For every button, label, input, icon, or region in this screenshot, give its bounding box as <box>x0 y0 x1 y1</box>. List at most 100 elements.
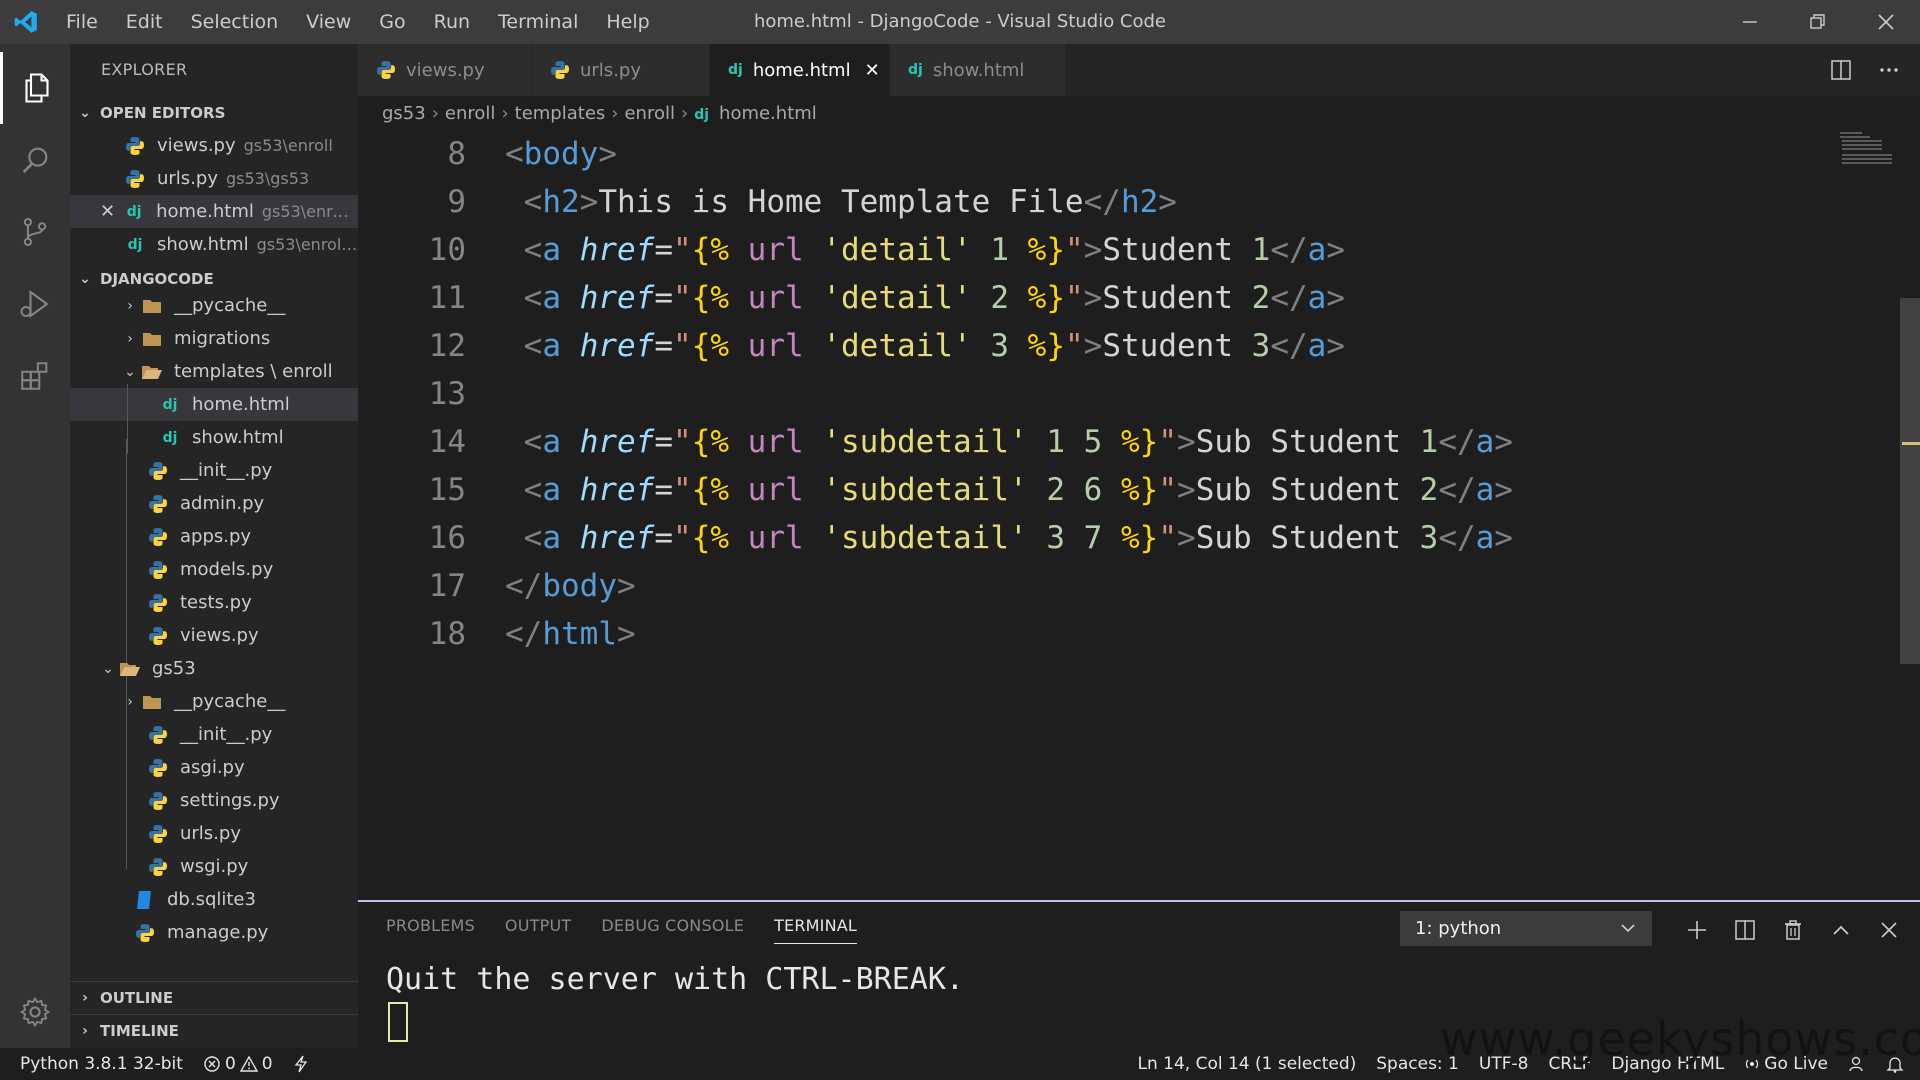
breadcrumb-item[interactable]: enroll <box>445 103 496 124</box>
close-panel-icon[interactable] <box>1878 919 1900 941</box>
chevron-right-icon: › <box>82 990 88 1006</box>
source-control-activity-button[interactable] <box>0 196 70 268</box>
menu-selection[interactable]: Selection <box>177 0 293 44</box>
open-editor-item[interactable]: views.py gs53\enroll <box>70 129 358 162</box>
explorer-title: EXPLORER <box>101 60 188 79</box>
python-file-icon <box>123 134 147 158</box>
tree-folder-open[interactable]: ⌄ templates \ enroll <box>70 355 358 388</box>
terminal-select[interactable]: 1: python <box>1400 911 1652 946</box>
minimap[interactable] <box>1840 130 1900 170</box>
open-editor-name: show.html <box>157 234 249 255</box>
code-line[interactable]: </body> <box>505 562 636 610</box>
more-actions-icon[interactable] <box>1878 59 1900 81</box>
tree-folder[interactable]: › __pycache__ <box>70 685 358 718</box>
tab-output[interactable]: OUTPUT <box>505 916 571 944</box>
tree-file[interactable]: views.py <box>70 619 358 652</box>
menu-run[interactable]: Run <box>420 0 484 44</box>
timeline-header[interactable]: › TIMELINE <box>70 1014 358 1047</box>
line-number: 8 <box>447 136 466 172</box>
extensions-activity-button[interactable] <box>0 340 70 412</box>
code-line[interactable]: <a href="{% url 'detail' 3 %}">Student 3… <box>505 322 1345 370</box>
python-file-icon <box>376 60 396 80</box>
tab-urls-py[interactable]: urls.py <box>532 44 710 96</box>
vscode-logo-icon <box>0 0 52 44</box>
python-file-icon <box>123 167 147 191</box>
tree-file[interactable]: admin.py <box>70 487 358 520</box>
maximize-panel-icon[interactable] <box>1830 919 1852 941</box>
tree-file[interactable]: manage.py <box>70 916 358 949</box>
close-tab-icon[interactable]: ✕ <box>865 60 880 81</box>
code-editor[interactable]: 8 9 10 11 12 13 14 15 16 17 18 <body> <h2>This is … <box>358 130 1920 900</box>
open-editors-header[interactable]: ⌄ OPEN EDITORS <box>70 96 358 129</box>
tab-views-py[interactable]: views.py <box>358 44 532 96</box>
minimize-button[interactable] <box>1716 0 1784 44</box>
menu-view[interactable]: View <box>292 0 365 44</box>
open-editor-item[interactable]: urls.py gs53\gs53 <box>70 162 358 195</box>
open-editor-item-active[interactable]: ✕ dj home.html gs53\enrol... <box>70 195 358 228</box>
tree-file[interactable]: db.sqlite3 <box>70 883 358 916</box>
chevron-right-icon: › <box>127 693 133 710</box>
tree-file-selected[interactable]: dj home.html <box>70 388 358 421</box>
code-line[interactable]: <body> <box>505 130 617 178</box>
outline-header[interactable]: › OUTLINE <box>70 981 358 1014</box>
tab-home-html[interactable]: dj home.html ✕ <box>710 44 890 96</box>
tree-file[interactable]: dj show.html <box>70 421 358 454</box>
tab-terminal[interactable]: TERMINAL <box>774 916 858 944</box>
python-file-icon <box>146 591 170 615</box>
close-window-button[interactable] <box>1852 0 1920 44</box>
tree-folder[interactable]: › __pycache__ <box>70 289 358 322</box>
tree-file[interactable]: tests.py <box>70 586 358 619</box>
tree-file[interactable]: wsgi.py <box>70 850 358 883</box>
python-file-icon <box>146 756 170 780</box>
split-editor-icon[interactable] <box>1830 59 1852 81</box>
code-line[interactable]: <a href="{% url 'subdetail' 3 7 %}">Sub … <box>505 514 1513 562</box>
chevron-down-icon: ⌄ <box>124 363 136 380</box>
code-line[interactable]: <h2>This is Home Template File</h2> <box>505 178 1177 226</box>
menu-help[interactable]: Help <box>592 0 663 44</box>
tree-file[interactable]: asgi.py <box>70 751 358 784</box>
cursor-position[interactable]: Ln 14, Col 14 (1 selected) <box>1127 1054 1366 1074</box>
terminal-output[interactable]: Quit the server with CTRL-BREAK. <box>386 962 964 997</box>
code-line[interactable]: </html> <box>505 610 636 658</box>
tree-file[interactable]: apps.py <box>70 520 358 553</box>
open-editor-item[interactable]: dj show.html gs53\enroll... <box>70 228 358 261</box>
menu-file[interactable]: File <box>52 0 112 44</box>
tree-file[interactable]: settings.py <box>70 784 358 817</box>
tree-file[interactable]: urls.py <box>70 817 358 850</box>
menu-terminal[interactable]: Terminal <box>484 0 592 44</box>
vertical-scrollbar[interactable] <box>1900 298 1920 664</box>
trash-icon[interactable] <box>1782 919 1804 941</box>
python-file-icon <box>146 525 170 549</box>
lightning-icon[interactable] <box>283 1055 319 1073</box>
tree-file[interactable]: __init__.py <box>70 454 358 487</box>
code-line[interactable]: <a href="{% url 'detail' 2 %}">Student 2… <box>505 274 1345 322</box>
code-line[interactable]: <a href="{% url 'subdetail' 1 5 %}">Sub … <box>505 418 1513 466</box>
tree-folder-open[interactable]: ⌄ gs53 <box>70 652 358 685</box>
menu-go[interactable]: Go <box>365 0 419 44</box>
split-terminal-icon[interactable] <box>1734 919 1756 941</box>
close-editor-icon[interactable]: ✕ <box>100 201 122 222</box>
breadcrumb-item[interactable]: enroll <box>624 103 675 124</box>
run-debug-activity-button[interactable] <box>0 268 70 340</box>
problems-indicator[interactable]: 0 0 <box>193 1054 283 1074</box>
search-activity-button[interactable] <box>0 124 70 196</box>
tree-file[interactable]: __init__.py <box>70 718 358 751</box>
restore-button[interactable] <box>1784 0 1852 44</box>
python-file-icon <box>146 558 170 582</box>
tab-debug-console[interactable]: DEBUG CONSOLE <box>601 916 744 944</box>
explorer-activity-button[interactable] <box>0 52 70 124</box>
tab-show-html[interactable]: dj show.html <box>890 44 1066 96</box>
menu-edit[interactable]: Edit <box>112 0 177 44</box>
line-number: 12 <box>428 328 466 364</box>
python-interpreter[interactable]: Python 3.8.1 32-bit <box>10 1054 193 1074</box>
breadcrumb-item[interactable]: templates <box>515 103 606 124</box>
new-terminal-icon[interactable] <box>1686 919 1708 941</box>
tree-folder[interactable]: › migrations <box>70 322 358 355</box>
code-line[interactable]: <a href="{% url 'subdetail' 2 6 %}">Sub … <box>505 466 1513 514</box>
manage-activity-button[interactable] <box>0 976 70 1048</box>
code-line[interactable]: <a href="{% url 'detail' 1 %}">Student 1… <box>505 226 1345 274</box>
tree-file[interactable]: models.py <box>70 553 358 586</box>
breadcrumb-item[interactable]: gs53 <box>382 103 426 124</box>
breadcrumb-item[interactable]: home.html <box>719 103 817 124</box>
tab-problems[interactable]: PROBLEMS <box>386 916 475 944</box>
